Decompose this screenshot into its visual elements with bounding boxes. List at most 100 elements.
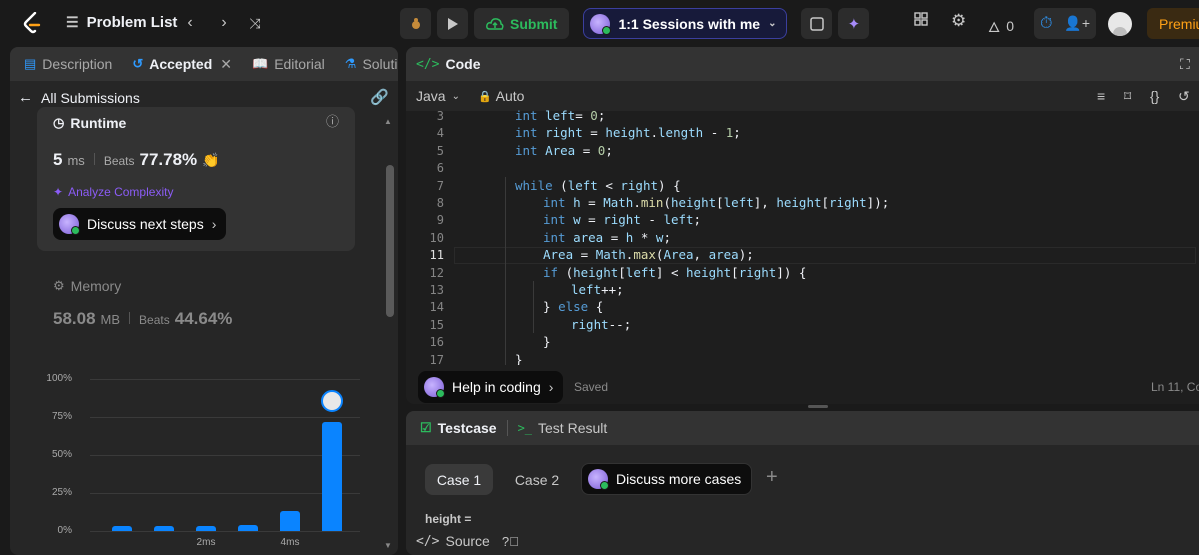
x-tick-label: 4ms: [280, 537, 300, 548]
divider: [129, 312, 131, 324]
chevron-down-icon: ⌄: [768, 18, 777, 29]
line-number: 6: [436, 161, 444, 176]
expand-icon[interactable]: ⛶: [1180, 56, 1190, 73]
timer-icon[interactable]: ⏱: [1040, 15, 1052, 33]
note-icon[interactable]: [801, 8, 833, 39]
prev-problem-icon[interactable]: ‹: [180, 13, 200, 33]
runtime-value: 5: [53, 150, 63, 169]
code-header: </> Code ⛶: [406, 47, 1199, 81]
reset-icon[interactable]: ↺: [1178, 88, 1190, 105]
sessions-button[interactable]: 1:1 Sessions with me ⌄: [583, 8, 788, 39]
problem-list-button[interactable]: ☰ Problem List: [66, 14, 177, 31]
case-2-button[interactable]: Case 2: [503, 464, 571, 495]
link-icon[interactable]: 🔗: [370, 88, 389, 106]
grid-line: [90, 379, 360, 380]
chart-bar[interactable]: [280, 511, 300, 531]
leetcode-logo-icon[interactable]: [22, 12, 42, 34]
line-number: 13: [429, 283, 444, 297]
code-line: left++;: [571, 282, 624, 297]
action-bar: Submit 1:1 Sessions with me ⌄ ✦: [400, 8, 870, 39]
line-number: 4: [436, 126, 444, 141]
streak-counter[interactable]: 🜂 0: [988, 11, 1014, 40]
lock-icon: 🔒: [477, 90, 492, 103]
runtime-header: ◷ Runtime: [53, 115, 126, 131]
ai-avatar-icon: [590, 13, 612, 35]
case-2-label: Case 2: [514, 471, 560, 488]
help-in-coding-button[interactable]: Help in coding ›: [418, 371, 564, 403]
layout-icon[interactable]: [913, 11, 929, 27]
book-icon: 📖: [252, 56, 269, 71]
chart-bar[interactable]: [238, 524, 258, 531]
runtime-distribution-chart: 100% 75% 50% 25% 0% 2ms 4ms: [10, 365, 382, 555]
resize-handle[interactable]: [808, 405, 828, 408]
upload-cloud-icon: [486, 17, 504, 30]
debug-icon[interactable]: [400, 8, 431, 39]
tab-accepted[interactable]: ↺ Accepted ✕: [122, 47, 242, 81]
sparkle-icon[interactable]: ✦: [838, 8, 870, 39]
gear-icon[interactable]: ⚙: [951, 11, 966, 31]
runtime-label: Runtime: [70, 115, 127, 131]
case-1-button[interactable]: Case 1: [425, 464, 493, 495]
tab-testcase[interactable]: ☑ Testcase: [410, 411, 507, 445]
code-line: Area = Math.max(Area, area);: [543, 247, 754, 263]
line-number: 3: [436, 109, 444, 123]
all-submissions-label: All Submissions: [41, 89, 140, 106]
chevron-right-icon: ›: [548, 379, 554, 395]
cursor-position: Ln 11, Co: [1151, 380, 1199, 394]
code-line: } else {: [543, 299, 604, 315]
tab-editorial-label: Editorial: [274, 56, 325, 72]
description-icon: ▤: [24, 56, 37, 71]
discuss-more-cases-button[interactable]: Discuss more cases: [581, 463, 753, 495]
chart-bar[interactable]: [196, 526, 216, 531]
scrollbar-thumb[interactable]: [386, 165, 394, 317]
history-icon: ↺: [132, 56, 144, 71]
format-icon[interactable]: ≡: [1097, 88, 1105, 104]
code-line: int left= 0;: [515, 108, 606, 123]
chart-bar[interactable]: [322, 421, 342, 531]
terminal-icon: >_: [517, 421, 533, 435]
code-editor[interactable]: 3 int left= 0; 4 int right = height.length …: [406, 107, 1196, 365]
memory-header[interactable]: ⚙ Memory: [53, 278, 121, 294]
add-case-icon[interactable]: +: [766, 466, 778, 489]
close-icon[interactable]: ✕: [220, 56, 232, 73]
run-icon[interactable]: [437, 8, 468, 39]
code-line: int right = height.length - 1;: [515, 125, 741, 141]
auto-mode[interactable]: Auto: [496, 88, 525, 104]
chart-bar[interactable]: [154, 526, 174, 531]
scroll-up-icon: ▲: [384, 117, 392, 126]
fire-icon: 🜂: [988, 19, 1001, 35]
add-user-icon[interactable]: 👤+: [1064, 15, 1090, 32]
y-tick-label: 0%: [57, 525, 72, 536]
user-avatar[interactable]: [1108, 12, 1132, 36]
scrollbar[interactable]: ▲ ▼: [382, 111, 398, 555]
submit-label: Submit: [510, 15, 558, 32]
all-submissions-link[interactable]: ← All Submissions: [18, 89, 140, 106]
chip-icon: ⚙: [53, 278, 65, 293]
tab-test-result[interactable]: >_ Test Result: [508, 411, 618, 445]
help-label: Help in coding: [452, 379, 541, 395]
bookmark-icon[interactable]: ⌑: [1124, 88, 1131, 105]
grid-line: [90, 455, 360, 456]
top-bar: ☰ Problem List ‹ › ⤨ Submit 1:1 Sessions…: [0, 0, 1199, 46]
line-number: 14: [429, 300, 444, 315]
next-problem-icon[interactable]: ›: [214, 13, 234, 33]
analyze-complexity-link[interactable]: ✦ Analyze Complexity: [53, 185, 173, 199]
tab-solutions[interactable]: ⚗ Solutio: [335, 47, 398, 81]
submit-button[interactable]: Submit: [474, 8, 570, 39]
braces-icon[interactable]: {}: [1150, 88, 1159, 104]
line-number: 15: [429, 317, 444, 332]
line-number: 5: [436, 143, 444, 158]
language-select[interactable]: Java: [416, 88, 446, 104]
tab-description[interactable]: ▤ Description: [14, 47, 122, 81]
timer-group: ⏱ 👤+: [1034, 8, 1096, 39]
premium-button[interactable]: Premiu: [1147, 8, 1199, 39]
sessions-label: 1:1 Sessions with me: [618, 15, 761, 32]
chart-bar[interactable]: [112, 526, 132, 531]
shuffle-icon[interactable]: ⤨: [245, 13, 265, 33]
tab-editorial[interactable]: 📖 Editorial: [242, 47, 335, 81]
list-icon: ☰: [66, 14, 79, 30]
discuss-next-steps-button[interactable]: Discuss next steps ›: [53, 208, 227, 240]
source-label[interactable]: Source: [445, 533, 489, 549]
help-circle-icon[interactable]: ?⃝: [502, 534, 519, 549]
info-icon[interactable]: ⓘ: [326, 111, 339, 130]
